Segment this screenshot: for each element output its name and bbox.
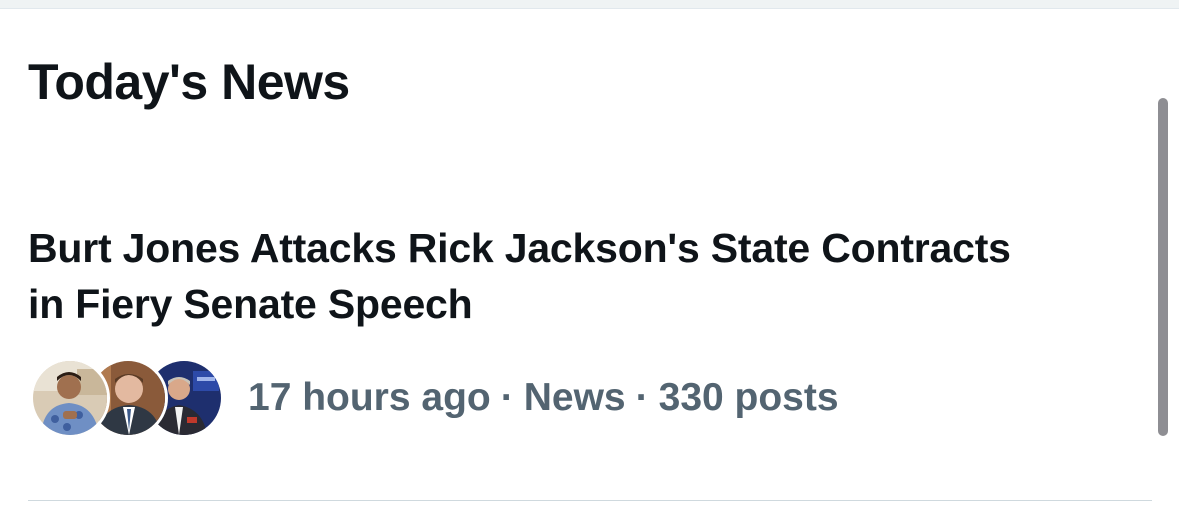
avatar-stack [30, 356, 224, 440]
news-headline[interactable]: Burt Jones Attacks Rick Jackson's State … [28, 220, 1028, 332]
item-divider [28, 500, 1152, 501]
news-panel: Today's News Burt Jones Attacks Rick Jac… [0, 0, 1179, 506]
meta-text: 17 hours ago · News · 330 posts [248, 376, 839, 420]
person-photo-icon [33, 361, 107, 435]
avatar [30, 358, 110, 438]
timestamp: 17 hours ago [248, 376, 491, 419]
news-meta: 17 hours ago · News · 330 posts [30, 356, 839, 440]
post-count: 330 posts [658, 376, 839, 419]
news-item[interactable]: Burt Jones Attacks Rick Jackson's State … [0, 200, 1150, 460]
top-divider [0, 0, 1179, 9]
section-title: Today's News [28, 54, 350, 110]
category-label: News [523, 376, 626, 419]
scrollbar-thumb[interactable] [1158, 98, 1168, 436]
dot-separator: · [500, 376, 514, 419]
dot-separator: · [635, 376, 649, 419]
